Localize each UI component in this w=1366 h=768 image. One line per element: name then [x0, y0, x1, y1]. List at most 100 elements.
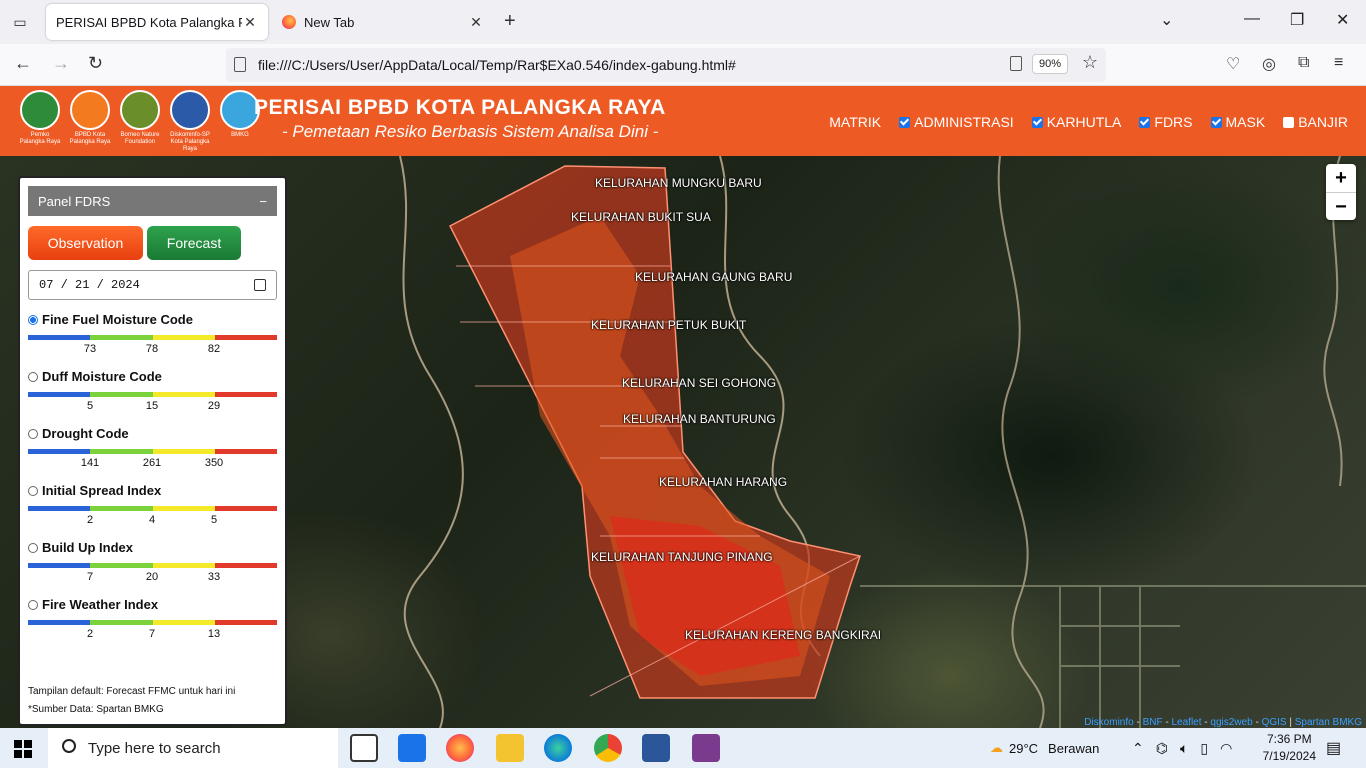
attribution-link[interactable]: qgis2web — [1210, 717, 1252, 728]
new-tab-button[interactable]: + — [504, 10, 516, 33]
index-radio[interactable] — [28, 371, 38, 382]
restore-button[interactable]: ❐ — [1290, 10, 1304, 30]
battery-icon[interactable]: ▯ — [1200, 740, 1208, 757]
bookmark-star-icon[interactable]: ☆ — [1082, 52, 1098, 73]
index-name: Duff Moisture Code — [42, 369, 162, 384]
browser-tab-bar: ▭ PERISAI BPBD Kota Palangka Raya ✕ New … — [0, 0, 1366, 44]
fdrs-index-option[interactable]: Initial Spread Index 2 4 5 — [20, 483, 285, 540]
layer-nav-item-matrik[interactable]: MATRIK — [829, 114, 881, 130]
notification-icon[interactable]: ▤ — [1326, 728, 1341, 768]
windows-taskbar: Type here to search ☁ 29°C Berawan ⌃ ⌬ 🔈… — [0, 728, 1366, 768]
zoom-out-button[interactable]: − — [1326, 192, 1356, 220]
scale-tick-label: 7 — [86, 571, 94, 583]
zoom-in-button[interactable]: + — [1326, 164, 1356, 192]
layer-nav-item-karhutla[interactable]: KARHUTLA — [1031, 114, 1122, 130]
reload-icon[interactable]: ↻ — [88, 53, 103, 74]
scale-tick-label: 141 — [80, 457, 100, 469]
layer-nav-item-banjir[interactable]: BANJIR — [1283, 114, 1348, 130]
observation-button[interactable]: Observation — [28, 226, 143, 260]
fdrs-index-option[interactable]: Duff Moisture Code 5 15 29 — [20, 369, 285, 426]
scale-tick-label: 33 — [207, 571, 221, 583]
mail-icon[interactable] — [398, 734, 426, 762]
index-option-header: Build Up Index — [28, 540, 277, 555]
volume-icon[interactable]: 🔈︎ — [1180, 740, 1188, 757]
reader-view-icon[interactable] — [1010, 56, 1022, 71]
date-input[interactable]: 07 / 21 / 2024 — [28, 270, 277, 300]
edge-icon[interactable] — [544, 734, 572, 762]
layer-nav-item-administrasi[interactable]: ADMINISTRASI — [899, 114, 1014, 130]
scale-tick-label: 2 — [86, 514, 94, 526]
layer-nav-item-mask[interactable]: MASK — [1210, 114, 1265, 130]
logo-caption: Borneo Nature Foundation — [120, 132, 160, 145]
layer-checkbox[interactable] — [1210, 116, 1222, 128]
scale-tick-label: 78 — [145, 343, 159, 355]
tab-new[interactable]: New Tab ✕ — [272, 4, 494, 40]
zoom-level-badge[interactable]: 90% — [1031, 54, 1068, 74]
layer-checkbox[interactable] — [1139, 116, 1151, 128]
kelurahan-label: KELURAHAN MUNGKU BARU — [595, 176, 762, 190]
layer-checkbox[interactable] — [1283, 116, 1295, 128]
back-arrow-icon[interactable]: ← — [14, 53, 32, 74]
minimize-button[interactable]: — — [1244, 10, 1260, 28]
task-view-icon[interactable] — [350, 734, 378, 762]
layer-checkbox[interactable] — [1031, 116, 1043, 128]
layer-checkbox[interactable] — [899, 116, 911, 128]
index-radio[interactable] — [28, 428, 38, 439]
panel-note-default: Tampilan default: Forecast FFMC untuk ha… — [28, 686, 236, 697]
layer-nav-label: KARHUTLA — [1046, 114, 1122, 130]
chevron-up-icon[interactable]: ⌃ — [1132, 740, 1144, 757]
index-radio[interactable] — [28, 599, 38, 610]
tab-perisai[interactable]: PERISAI BPBD Kota Palangka Raya ✕ — [46, 4, 268, 40]
calendar-icon[interactable] — [254, 279, 266, 291]
taskbar-search-input[interactable]: Type here to search — [48, 728, 338, 768]
taskbar-clock[interactable]: 7:36 PM 7/19/2024 — [1263, 731, 1316, 765]
chrome-icon[interactable] — [594, 734, 622, 762]
search-icon — [62, 739, 76, 753]
weather-widget[interactable]: ☁ 29°C Berawan — [990, 728, 1099, 768]
attribution-link[interactable]: QGIS — [1262, 717, 1287, 728]
menu-icon[interactable]: ≡ — [1334, 54, 1343, 72]
scale-ticks: 2 7 13 — [28, 625, 277, 641]
forecast-button[interactable]: Forecast — [147, 226, 241, 260]
attribution-link[interactable]: Leaflet — [1171, 717, 1201, 728]
account-icon[interactable]: ◎ — [1262, 54, 1276, 74]
collapse-icon[interactable]: − — [259, 194, 267, 209]
close-window-button[interactable]: ✕ — [1336, 10, 1349, 30]
layer-nav-label: MATRIK — [829, 114, 882, 130]
fdrs-index-option[interactable]: Fine Fuel Moisture Code 73 78 82 — [20, 312, 285, 369]
index-radio[interactable] — [28, 542, 38, 553]
scale-tick-label: 29 — [207, 400, 221, 412]
layer-nav-item-fdrs[interactable]: FDRS — [1139, 114, 1193, 130]
fdrs-index-option[interactable]: Fire Weather Index 2 7 13 — [20, 597, 285, 654]
index-radio[interactable] — [28, 485, 38, 496]
fdrs-index-option[interactable]: Drought Code 141 261 350 — [20, 426, 285, 483]
canal-grid — [860, 585, 1366, 728]
close-icon[interactable]: ✕ — [242, 14, 258, 31]
partner-logo: Pemko Palangka Raya — [18, 90, 62, 153]
attribution-link[interactable]: Diskominfo — [1084, 717, 1133, 728]
attribution-link[interactable]: Spartan BMKG — [1295, 717, 1362, 728]
chevron-down-icon[interactable]: ⌄ — [1160, 10, 1173, 30]
extensions-icon[interactable]: ⧉ — [1298, 54, 1309, 72]
panel-header[interactable]: Panel FDRS − — [28, 186, 277, 216]
windows-start-icon[interactable] — [14, 740, 32, 758]
index-radio[interactable] — [28, 314, 38, 325]
fdrs-index-option[interactable]: Build Up Index 7 20 33 — [20, 540, 285, 597]
tab-list-icon[interactable]: ▭ — [8, 10, 32, 34]
date-value: 07 / 21 / 2024 — [39, 278, 140, 292]
scale-ticks: 141 261 350 — [28, 454, 277, 470]
scale-ticks: 5 15 29 — [28, 397, 277, 413]
close-icon[interactable]: ✕ — [468, 14, 484, 31]
url-bar[interactable]: file:///C:/Users/User/AppData/Local/Temp… — [226, 48, 1106, 82]
attribution-link[interactable]: BNF — [1143, 717, 1163, 728]
pocket-icon[interactable]: ♡ — [1226, 54, 1240, 74]
index-option-header: Initial Spread Index — [28, 483, 277, 498]
file-explorer-icon[interactable] — [496, 734, 524, 762]
word-icon[interactable] — [642, 734, 670, 762]
layer-nav-label: BANJIR — [1298, 114, 1348, 130]
forward-arrow-icon[interactable]: → — [52, 53, 70, 74]
network-icon[interactable]: ⌬ — [1156, 740, 1168, 757]
wifi-icon[interactable]: ◠ — [1220, 740, 1232, 757]
winrar-icon[interactable] — [692, 734, 720, 762]
firefox-icon[interactable] — [446, 734, 474, 762]
